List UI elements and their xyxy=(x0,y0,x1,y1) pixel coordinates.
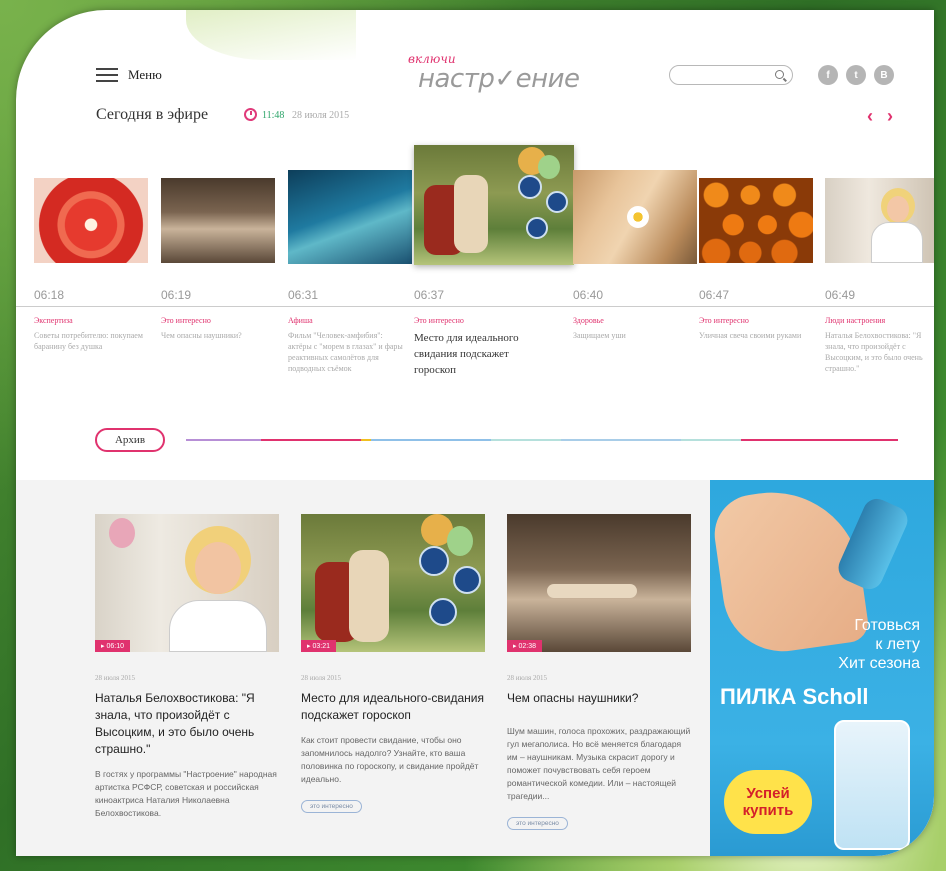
ad-cta-line: купить xyxy=(742,802,794,819)
menu-button[interactable]: Меню xyxy=(96,67,162,83)
ad-cta-button[interactable]: Успей купить xyxy=(724,770,812,834)
schedule-description[interactable]: Уличная свеча своими руками xyxy=(699,330,817,341)
schedule-thumbnail[interactable] xyxy=(825,178,934,263)
schedule-time: 06:37 xyxy=(414,288,445,302)
schedule-category[interactable]: Это интересно xyxy=(414,316,464,325)
video-duration: 03:21 xyxy=(312,643,330,650)
ad-slogan-line: Хит сезона xyxy=(838,655,920,672)
schedule-thumbnail[interactable] xyxy=(161,178,275,263)
schedule-description[interactable]: Место для идеального свидания подскажет … xyxy=(414,330,544,378)
schedule-description[interactable]: Чем опасны наушники? xyxy=(161,330,279,341)
schedule-description[interactable]: Защищаем уши xyxy=(573,330,691,341)
vkontakte-icon[interactable]: B xyxy=(874,65,894,85)
schedule-time: 06:31 xyxy=(288,288,319,302)
news-title[interactable]: Место для идеального-свидания подскажет … xyxy=(301,690,487,724)
schedule-category[interactable]: Афиша xyxy=(288,316,313,325)
schedule-category[interactable]: Здоровье xyxy=(573,316,604,325)
schedule-thumbnail[interactable] xyxy=(573,170,697,264)
archive-button[interactable]: Архив xyxy=(95,428,165,452)
video-duration-badge: ▸ 03:21 xyxy=(301,640,336,652)
ad-slogan: Готовься к лету Хит сезона xyxy=(838,616,920,673)
clock-icon xyxy=(244,108,257,121)
logo-main-text: настр✓ение xyxy=(418,64,580,94)
twitter-icon[interactable]: t xyxy=(846,65,866,85)
ad-banner[interactable]: Готовься к лету Хит сезона ПИЛКА Scholl … xyxy=(710,480,934,856)
schedule-category[interactable]: Это интересно xyxy=(161,316,211,325)
site-card: Меню включи настр✓ение f t B Сегодня в э… xyxy=(16,10,934,856)
schedule-category[interactable]: Это интересно xyxy=(699,316,749,325)
color-divider xyxy=(681,439,741,441)
news-image[interactable]: ▸ 03:21 xyxy=(301,514,485,652)
color-divider xyxy=(261,439,361,441)
schedule-time: 06:40 xyxy=(573,288,604,302)
site-logo[interactable]: включи настр✓ение xyxy=(408,52,608,100)
ad-brand: ПИЛКА Scholl xyxy=(720,684,869,709)
menu-label: Меню xyxy=(128,67,162,82)
schedule-thumbnail[interactable] xyxy=(288,170,412,264)
ad-slogan-line: Готовься xyxy=(854,617,920,634)
news-date: 28 июля 2015 xyxy=(95,674,136,682)
color-divider xyxy=(491,439,561,441)
next-arrow-icon[interactable]: › xyxy=(887,106,893,127)
news-card[interactable]: ▸ 03:21 28 июля 2015 Место для идеальног… xyxy=(301,514,487,813)
search-box[interactable] xyxy=(669,65,793,86)
news-date: 28 июля 2015 xyxy=(507,674,548,682)
schedule-category[interactable]: Экспертиза xyxy=(34,316,73,325)
news-title[interactable]: Чем опасны наушники? xyxy=(507,690,693,707)
hamburger-icon xyxy=(96,68,118,82)
news-card[interactable]: ▸ 06:10 28 июля 2015 Наталья Белохвостик… xyxy=(95,514,281,820)
schedule-thumbnail[interactable] xyxy=(699,178,813,263)
news-summary: Как стоит провести свидание, чтобы оно з… xyxy=(301,735,479,784)
current-date: 28 июля 2015 xyxy=(292,110,350,121)
on-air-title: Сегодня в эфире xyxy=(96,106,209,123)
category-tag[interactable]: это интересно xyxy=(507,817,568,830)
decorative-leaf xyxy=(186,10,356,60)
video-duration: 02:38 xyxy=(518,643,536,650)
schedule-description[interactable]: Советы потребителю: покупаем баранину бе… xyxy=(34,330,152,352)
news-image[interactable]: ▸ 06:10 xyxy=(95,514,279,652)
category-tag[interactable]: это интересно xyxy=(301,800,362,813)
timeline-line xyxy=(16,306,934,307)
ad-slogan-line: к лету xyxy=(875,636,920,653)
news-title[interactable]: Наталья Белохвостикова: "Я знала, что пр… xyxy=(95,690,281,758)
color-divider xyxy=(186,439,261,441)
schedule-thumbnail[interactable] xyxy=(34,178,148,263)
schedule-description[interactable]: Наталья Белохвостикова: "Я знала, что пр… xyxy=(825,330,930,374)
news-image[interactable]: ▸ 02:38 xyxy=(507,514,691,652)
schedule-time: 06:47 xyxy=(699,288,730,302)
prev-arrow-icon[interactable]: ‹ xyxy=(867,106,873,127)
ad-cta-line: Успей xyxy=(746,785,790,802)
news-date: 28 июля 2015 xyxy=(301,674,342,682)
news-card[interactable]: ▸ 02:38 28 июля 2015 Чем опасны наушники… xyxy=(507,514,693,830)
schedule-time: 06:49 xyxy=(825,288,856,302)
facebook-icon[interactable]: f xyxy=(818,65,838,85)
schedule-thumbnail[interactable] xyxy=(414,145,574,265)
video-duration-badge: ▸ 06:10 xyxy=(95,640,130,652)
schedule-category[interactable]: Люди настроения xyxy=(825,316,885,325)
color-divider xyxy=(371,439,491,441)
color-divider xyxy=(741,439,898,441)
search-icon[interactable] xyxy=(775,70,784,79)
schedule-time: 06:19 xyxy=(161,288,192,302)
search-input[interactable] xyxy=(678,67,778,86)
news-summary: В гостях у программы "Настроение" народн… xyxy=(95,769,277,818)
video-duration: 06:10 xyxy=(106,643,124,650)
schedule-time: 06:18 xyxy=(34,288,65,302)
current-time: 11:48 xyxy=(262,110,285,121)
color-divider xyxy=(361,439,371,441)
ad-product-box xyxy=(834,720,910,850)
schedule-description[interactable]: Фильм "Человек-амфибия": актёры с "морем… xyxy=(288,330,406,374)
news-summary: Шум машин, голоса прохожих, раздражающий… xyxy=(507,726,691,801)
video-duration-badge: ▸ 02:38 xyxy=(507,640,542,652)
color-divider xyxy=(561,439,681,441)
